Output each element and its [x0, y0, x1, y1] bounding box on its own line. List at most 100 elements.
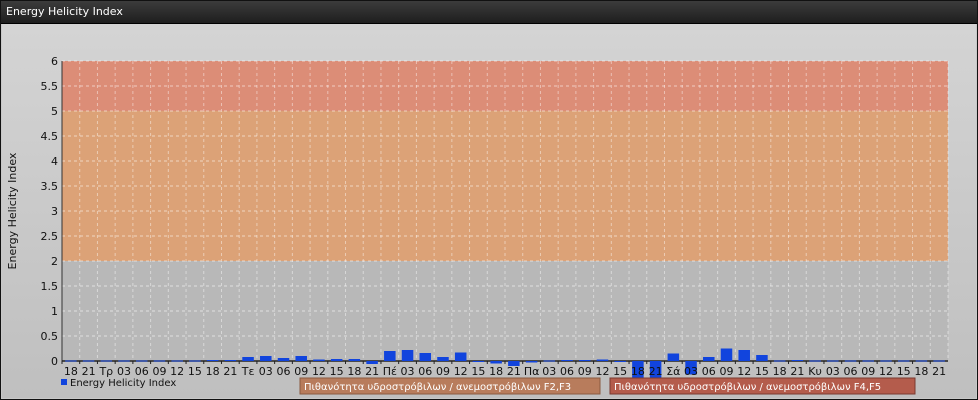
x-tick-label: 15	[755, 365, 769, 378]
bar	[667, 353, 680, 361]
bar	[366, 361, 378, 364]
x-tick-label: 18	[347, 365, 361, 378]
bar	[809, 360, 821, 362]
bar	[384, 351, 396, 361]
x-tick-label: 09	[861, 365, 875, 378]
x-tick-label: 15	[897, 365, 911, 378]
x-tick-label: 03	[542, 365, 556, 378]
legend-marker-series	[61, 379, 67, 385]
bar	[703, 357, 715, 361]
bar	[525, 361, 538, 363]
title-bar: Energy Helicity Index	[1, 1, 977, 24]
y-tick-label: 2.5	[41, 230, 59, 243]
bar	[844, 360, 857, 362]
bar	[224, 360, 237, 361]
x-tick-label: Κυ	[808, 365, 822, 378]
legend-label-series: Energy Helicity Index	[70, 378, 176, 389]
x-tick-label: Τρ	[98, 365, 113, 378]
x-tick-label: 06	[844, 365, 858, 378]
bar	[773, 360, 786, 362]
x-tick-label: 09	[152, 365, 166, 378]
x-tick-label: Πα	[524, 365, 540, 378]
bar	[437, 357, 449, 361]
bar	[543, 360, 556, 362]
y-tick-label: 4.5	[41, 130, 59, 143]
x-tick-label: 12	[454, 365, 468, 378]
x-tick-label: 15	[613, 365, 627, 378]
y-tick-label: 0.5	[41, 330, 59, 343]
x-tick-label: 06	[702, 365, 716, 378]
x-tick-label: 18	[631, 365, 645, 378]
bar	[135, 360, 148, 362]
bar	[827, 360, 839, 362]
bar	[260, 356, 272, 361]
bar	[791, 360, 804, 361]
x-tick-label: 09	[720, 365, 734, 378]
x-tick-label: 21	[82, 365, 96, 378]
bar	[348, 359, 361, 361]
y-tick-label: 6	[51, 55, 58, 68]
x-tick-label: 15	[188, 365, 202, 378]
bar	[206, 360, 219, 361]
bar	[862, 360, 875, 362]
x-tick-label: 06	[277, 365, 291, 378]
bar	[295, 356, 307, 361]
bar	[596, 359, 609, 361]
x-tick-label: 15	[330, 365, 344, 378]
helicity-chart: 0 0.5 1 1.5 2 2.5 3 3.5 4 4.5 5 5.5 6 Energy Helicity…	[6, 55, 949, 395]
x-tick-label: 12	[312, 365, 326, 378]
bar	[171, 360, 183, 362]
x-tick-label: 03	[259, 365, 273, 378]
x-tick-label: Τε	[241, 365, 255, 378]
y-tick-label: 5	[51, 105, 58, 118]
bar	[578, 360, 591, 361]
bar	[189, 360, 201, 362]
y-tick-label: 4	[51, 155, 58, 168]
bar	[153, 360, 166, 362]
y-tick-label: 3.5	[41, 180, 59, 193]
bar	[880, 360, 892, 362]
x-tick-label: 12	[737, 365, 751, 378]
bar	[454, 352, 467, 361]
x-tick-label: 21	[932, 365, 946, 378]
x-tick-label: 18	[773, 365, 787, 378]
x-tick-label: 12	[170, 365, 184, 378]
x-tick-label: Σά	[666, 365, 680, 378]
chart-window: Energy Helicity Index 0 0.5 1 1.5 2 2.5 3 3.5 4 4…	[0, 0, 978, 400]
x-tick-label: 09	[578, 365, 592, 378]
bar	[82, 360, 95, 362]
y-tick-label: 5.5	[41, 80, 59, 93]
x-tick-label: 18	[489, 365, 503, 378]
legend-label-f2f3: Πιθανότητα υδροστρόβιλων / ανεμοστρόβιλω…	[304, 381, 571, 393]
x-tick-label: 15	[471, 365, 485, 378]
x-tick-label: 06	[135, 365, 149, 378]
legend-label-f4f5: Πιθανότητα υδροστρόβιλων / ανεμοστρόβιλω…	[614, 381, 881, 393]
bar	[738, 350, 750, 361]
x-tick-label: 03	[401, 365, 415, 378]
x-tick-label: 06	[560, 365, 574, 378]
y-axis-title: Energy Helicity Index	[6, 152, 19, 269]
y-tick-label: 1.5	[41, 280, 59, 293]
x-tick-label: Πέ	[383, 365, 397, 378]
x-tick-label: 03	[117, 365, 131, 378]
y-tick-label: 2	[51, 255, 58, 268]
x-tick-label: 21	[223, 365, 237, 378]
y-tick-label: 0	[51, 355, 58, 368]
bar	[419, 353, 432, 361]
bar	[313, 359, 325, 361]
bar	[897, 360, 910, 362]
bar	[915, 360, 928, 362]
x-tick-label: 12	[879, 365, 893, 378]
window-title: Energy Helicity Index	[6, 5, 123, 18]
y-tick-label: 1	[51, 305, 58, 318]
bar	[720, 348, 733, 361]
bar	[614, 361, 626, 362]
bar	[756, 355, 768, 361]
bar	[277, 358, 290, 361]
bar	[242, 357, 254, 361]
bar	[933, 360, 945, 362]
x-tick-label: 21	[790, 365, 804, 378]
bar	[472, 361, 485, 362]
x-tick-label: 18	[206, 365, 220, 378]
x-tick-label: 09	[436, 365, 450, 378]
